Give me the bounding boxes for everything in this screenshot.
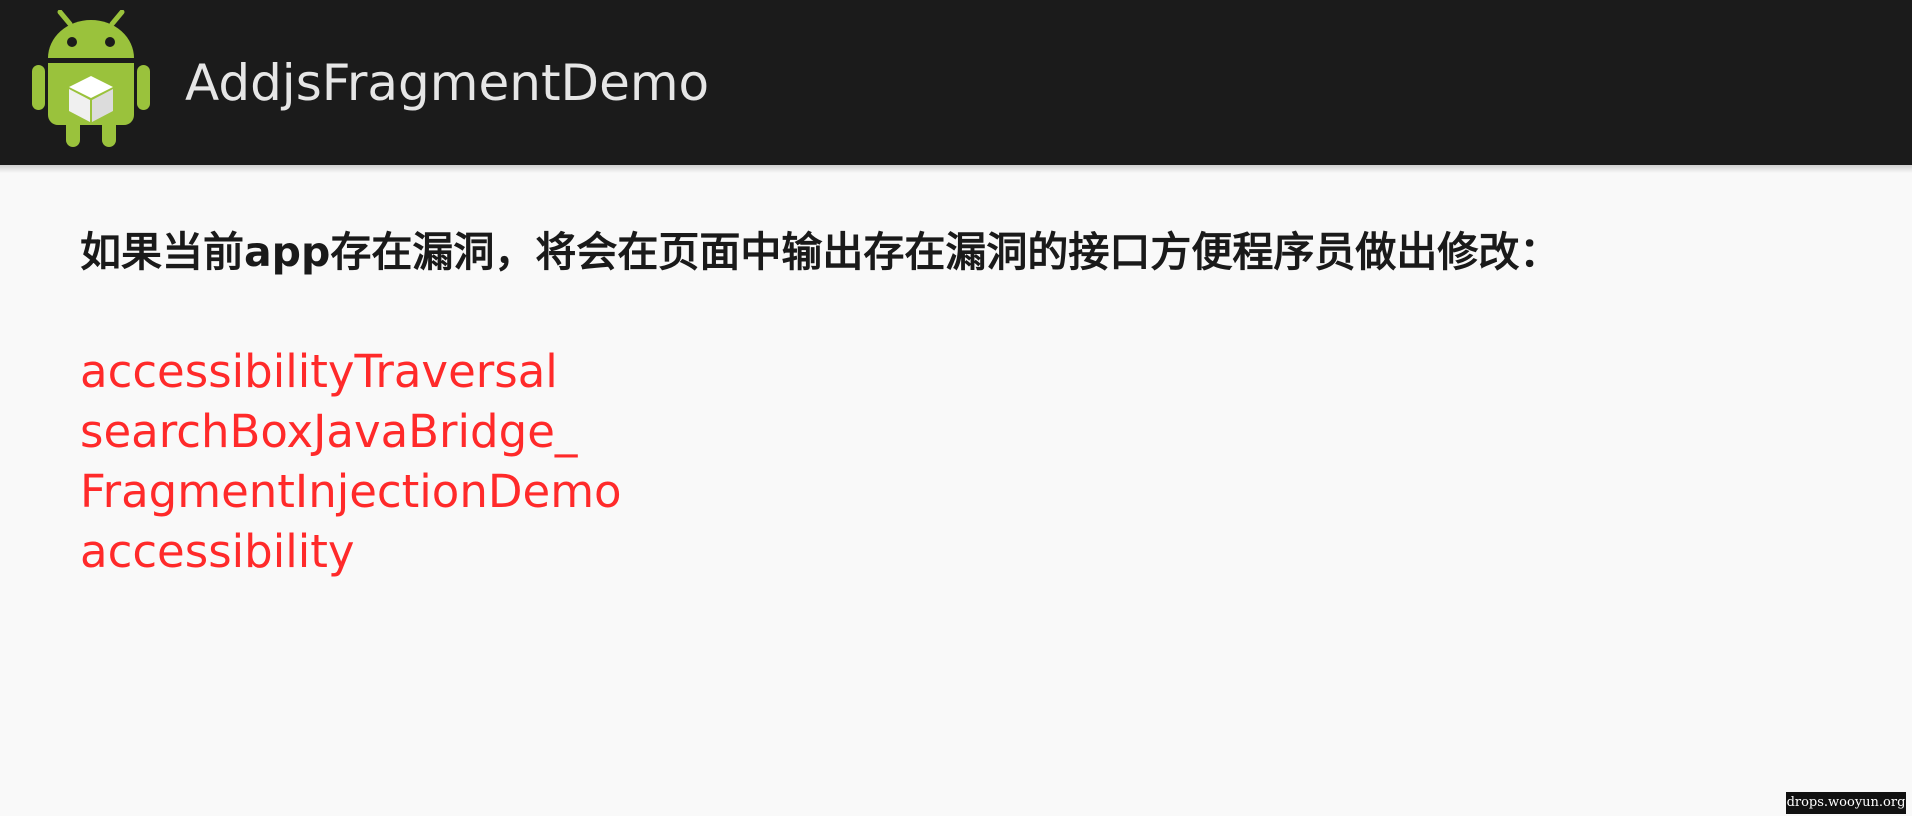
vulnerable-interface-list: accessibilityTraversal searchBoxJavaBrid… xyxy=(80,342,1840,582)
action-bar-shadow xyxy=(0,165,1912,173)
vulnerability-message: 如果当前app存在漏洞，将会在页面中输出存在漏洞的接口方便程序员做出修改： xyxy=(80,228,1561,276)
vulnerable-interface-item: searchBoxJavaBridge_ xyxy=(80,405,578,458)
android-robot-icon xyxy=(30,9,152,150)
content-area: 如果当前app存在漏洞，将会在页面中输出存在漏洞的接口方便程序员做出修改： ac… xyxy=(80,222,1840,582)
watermark: drops.wooyun.org xyxy=(1786,792,1906,814)
app-screen: AddjsFragmentDemo 如果当前app存在漏洞，将会在页面中输出存在… xyxy=(0,0,1912,816)
app-title: AddjsFragmentDemo xyxy=(185,54,710,112)
vulnerable-interface-item: FragmentInjectionDemo xyxy=(80,465,622,518)
action-bar: AddjsFragmentDemo xyxy=(0,0,1912,165)
vulnerable-interface-item: accessibilityTraversal xyxy=(80,345,558,398)
vulnerable-interface-item: accessibility xyxy=(80,525,355,578)
